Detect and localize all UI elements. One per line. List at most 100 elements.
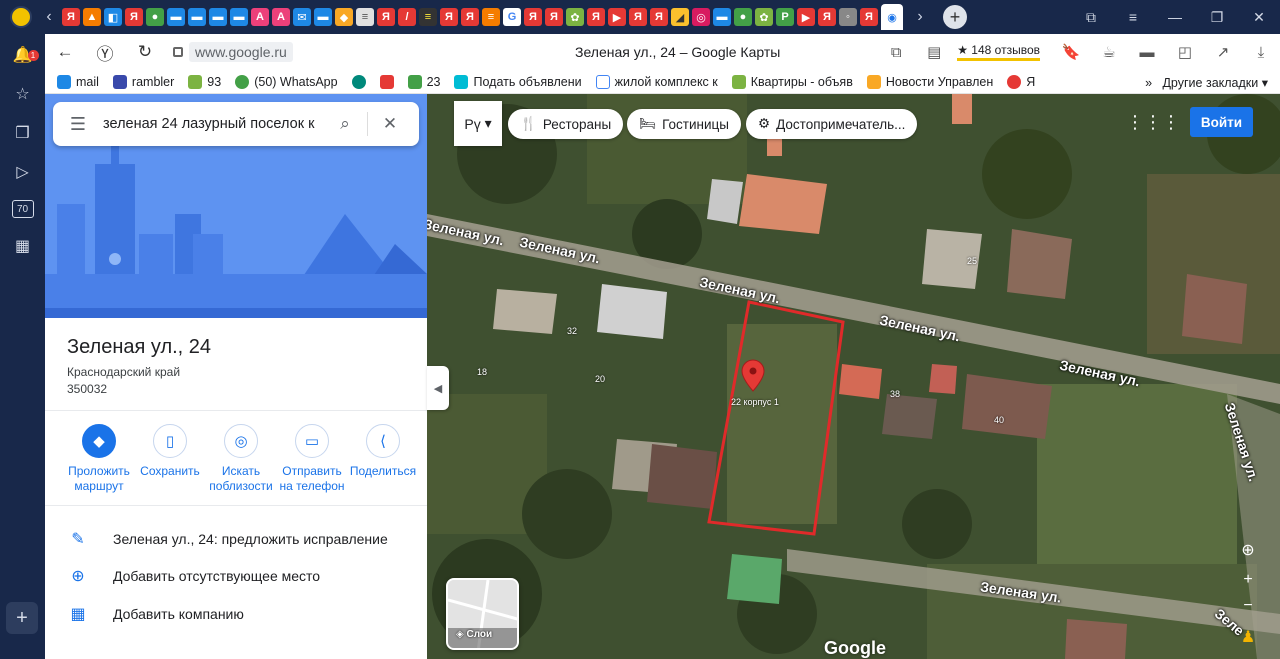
tab-favicon[interactable]: ▬ (713, 8, 731, 26)
bookmark-item[interactable]: Новости Управлен (866, 74, 993, 89)
zoom-in-button[interactable]: + (1234, 567, 1262, 593)
bookmark-item[interactable]: rambler (112, 74, 174, 89)
add-business-row[interactable]: ▦ Добавить компанию (67, 604, 243, 624)
collections-icon[interactable]: ⧉ (1070, 9, 1112, 26)
tab-favicon[interactable]: ● (146, 8, 164, 26)
menu-icon[interactable]: ☰ (53, 114, 103, 135)
bookmark-item[interactable]: mail (57, 74, 99, 89)
tab-favicon[interactable]: ● (734, 8, 752, 26)
tab-favicon[interactable]: / (398, 8, 416, 26)
tab-favicon[interactable]: Я (524, 8, 542, 26)
tab-favicon[interactable]: ✿ (566, 8, 584, 26)
bookmark-item[interactable]: 23 (407, 74, 440, 89)
tab-favicon[interactable]: ✉ (293, 8, 311, 26)
tab-favicon[interactable]: A (251, 8, 269, 26)
tab-favicon[interactable]: ≡ (356, 8, 374, 26)
tab-favicon[interactable]: ▬ (167, 8, 185, 26)
collections-icon[interactable]: ❒ (12, 122, 34, 144)
tab-favicon[interactable]: Я (461, 8, 479, 26)
bookmark-icon[interactable]: 🔖 (1052, 43, 1090, 61)
chip-attractions[interactable]: ⚙ Достопримечатель... (746, 109, 918, 139)
tabs-scroll-right-icon[interactable]: › (911, 8, 929, 26)
send-to-phone-button[interactable]: ▭ Отправить на телефон (278, 424, 346, 494)
tab-favicon[interactable]: ▶ (608, 8, 626, 26)
notifications-icon[interactable]: 🔔 1 (12, 44, 39, 66)
bookmark-item[interactable]: (50) WhatsApp (235, 74, 338, 89)
tab-favicon[interactable]: P (776, 8, 794, 26)
add-missing-place-row[interactable]: ⊕ Добавить отсутствующее место (67, 566, 320, 586)
tab-favicon[interactable]: ◎ (692, 8, 710, 26)
map-view[interactable]: 22 корпус 1 Зеленая ул. Зеленая ул. Зеле… (427, 94, 1280, 659)
close-icon[interactable]: ✕ (368, 114, 412, 134)
tab-favicon[interactable]: Я (62, 8, 80, 26)
tab-active-google-maps[interactable]: ◉ (881, 4, 903, 30)
bookmark-item[interactable]: 93 (188, 74, 221, 89)
bookmark-item[interactable]: Квартиры - объяв (731, 74, 853, 89)
tab-favicon[interactable]: ✿ (755, 8, 773, 26)
tab-favicon[interactable]: Я (860, 8, 878, 26)
url-field[interactable]: www.google.ru (173, 42, 293, 62)
minimize-button[interactable]: — (1154, 9, 1196, 25)
tab-favicon[interactable]: Я (125, 8, 143, 26)
other-bookmarks[interactable]: » Другие закладки ▾ (1145, 75, 1268, 90)
search-input[interactable] (103, 116, 323, 132)
tab-favicon[interactable]: ◢ (671, 8, 689, 26)
extension-icon[interactable]: ◰ (1166, 43, 1204, 61)
tab-favicon[interactable]: Я (440, 8, 458, 26)
login-button[interactable]: Войти (1190, 107, 1253, 137)
chip-hotels[interactable]: 🛏 Гостиницы (627, 109, 741, 139)
search-icon[interactable]: ⌕ (323, 114, 367, 134)
back-arrow-icon[interactable]: ← (45, 42, 85, 62)
tab-favicon[interactable]: G (503, 8, 521, 26)
tab-favicon[interactable]: Я (587, 8, 605, 26)
share-button[interactable]: ⟨ Поделиться (349, 424, 417, 494)
tab-favicon[interactable]: ▶ (797, 8, 815, 26)
favorites-star-icon[interactable]: ☆ (12, 83, 34, 105)
tab-favicon[interactable]: ◧ (104, 8, 122, 26)
tab-favicon[interactable]: Я (377, 8, 395, 26)
tab-favicon[interactable]: ▲ (83, 8, 101, 26)
tab-favicon[interactable]: ≡ (419, 8, 437, 26)
extension-icon[interactable]: ☕ (1090, 43, 1128, 61)
tab-favicon[interactable]: ▬ (230, 8, 248, 26)
layers-button[interactable]: ◈ Слои (446, 578, 519, 650)
close-window-button[interactable]: ✕ (1238, 9, 1280, 26)
reload-icon[interactable]: ↻ (125, 42, 165, 62)
bookmark-item[interactable] (379, 74, 394, 89)
tab-favicon[interactable]: ▬ (314, 8, 332, 26)
bookmark-item[interactable] (351, 74, 366, 89)
video-play-icon[interactable]: ▷ (12, 161, 34, 183)
tab-favicon[interactable]: ▬ (188, 8, 206, 26)
translate-icon[interactable]: ⧉ (877, 44, 915, 61)
bookmark-item[interactable]: Я (1007, 74, 1035, 89)
tab-favicon[interactable]: Я (629, 8, 647, 26)
suggest-edit-row[interactable]: ✎ Зеленая ул., 24: предложить исправлени… (67, 529, 387, 549)
download-icon[interactable]: ⤓ (1242, 44, 1280, 61)
nearby-button[interactable]: ◎ Искать поблизости (207, 424, 275, 494)
tab-favicon[interactable]: ◆ (335, 8, 353, 26)
tab-favicon[interactable]: Я (650, 8, 668, 26)
zoom-out-button[interactable]: − (1234, 593, 1262, 619)
bookmark-item[interactable]: жилой комплекс к (595, 74, 718, 89)
tab-favicon[interactable]: ◦ (839, 8, 857, 26)
extension-icon[interactable]: ▬ (1128, 44, 1166, 61)
bookmark-item[interactable]: Подать объявлени (454, 74, 582, 89)
save-button[interactable]: ▯ Сохранить (136, 424, 204, 494)
directions-button[interactable]: ◆ Проложить маршрут (65, 424, 133, 494)
new-tab-button[interactable]: + (943, 5, 967, 29)
collapse-panel-button[interactable]: ◀ (427, 366, 449, 410)
tab-favicon[interactable]: Я (818, 8, 836, 26)
tab-favicon[interactable]: Я (545, 8, 563, 26)
sidebar-counter[interactable]: 70 (11, 200, 34, 218)
my-location-icon[interactable]: ⊕ (1234, 537, 1262, 563)
chip-restaurants[interactable]: 🍴 Рестораны (508, 109, 624, 139)
share-icon[interactable]: ↗ (1204, 43, 1242, 61)
language-selector[interactable]: Рү ▾ (454, 101, 502, 146)
street-view-pegman-icon[interactable]: ♟ (1234, 624, 1262, 650)
yandex-icon[interactable]: Ⓨ (85, 40, 125, 65)
tab-favicon[interactable]: ≡ (482, 8, 500, 26)
menu-icon[interactable]: ≡ (1112, 9, 1154, 25)
sidebar-add-button[interactable]: + (6, 602, 38, 634)
google-apps-icon[interactable]: ⋮⋮⋮ (1126, 112, 1180, 133)
restore-button[interactable]: ❐ (1196, 9, 1238, 26)
